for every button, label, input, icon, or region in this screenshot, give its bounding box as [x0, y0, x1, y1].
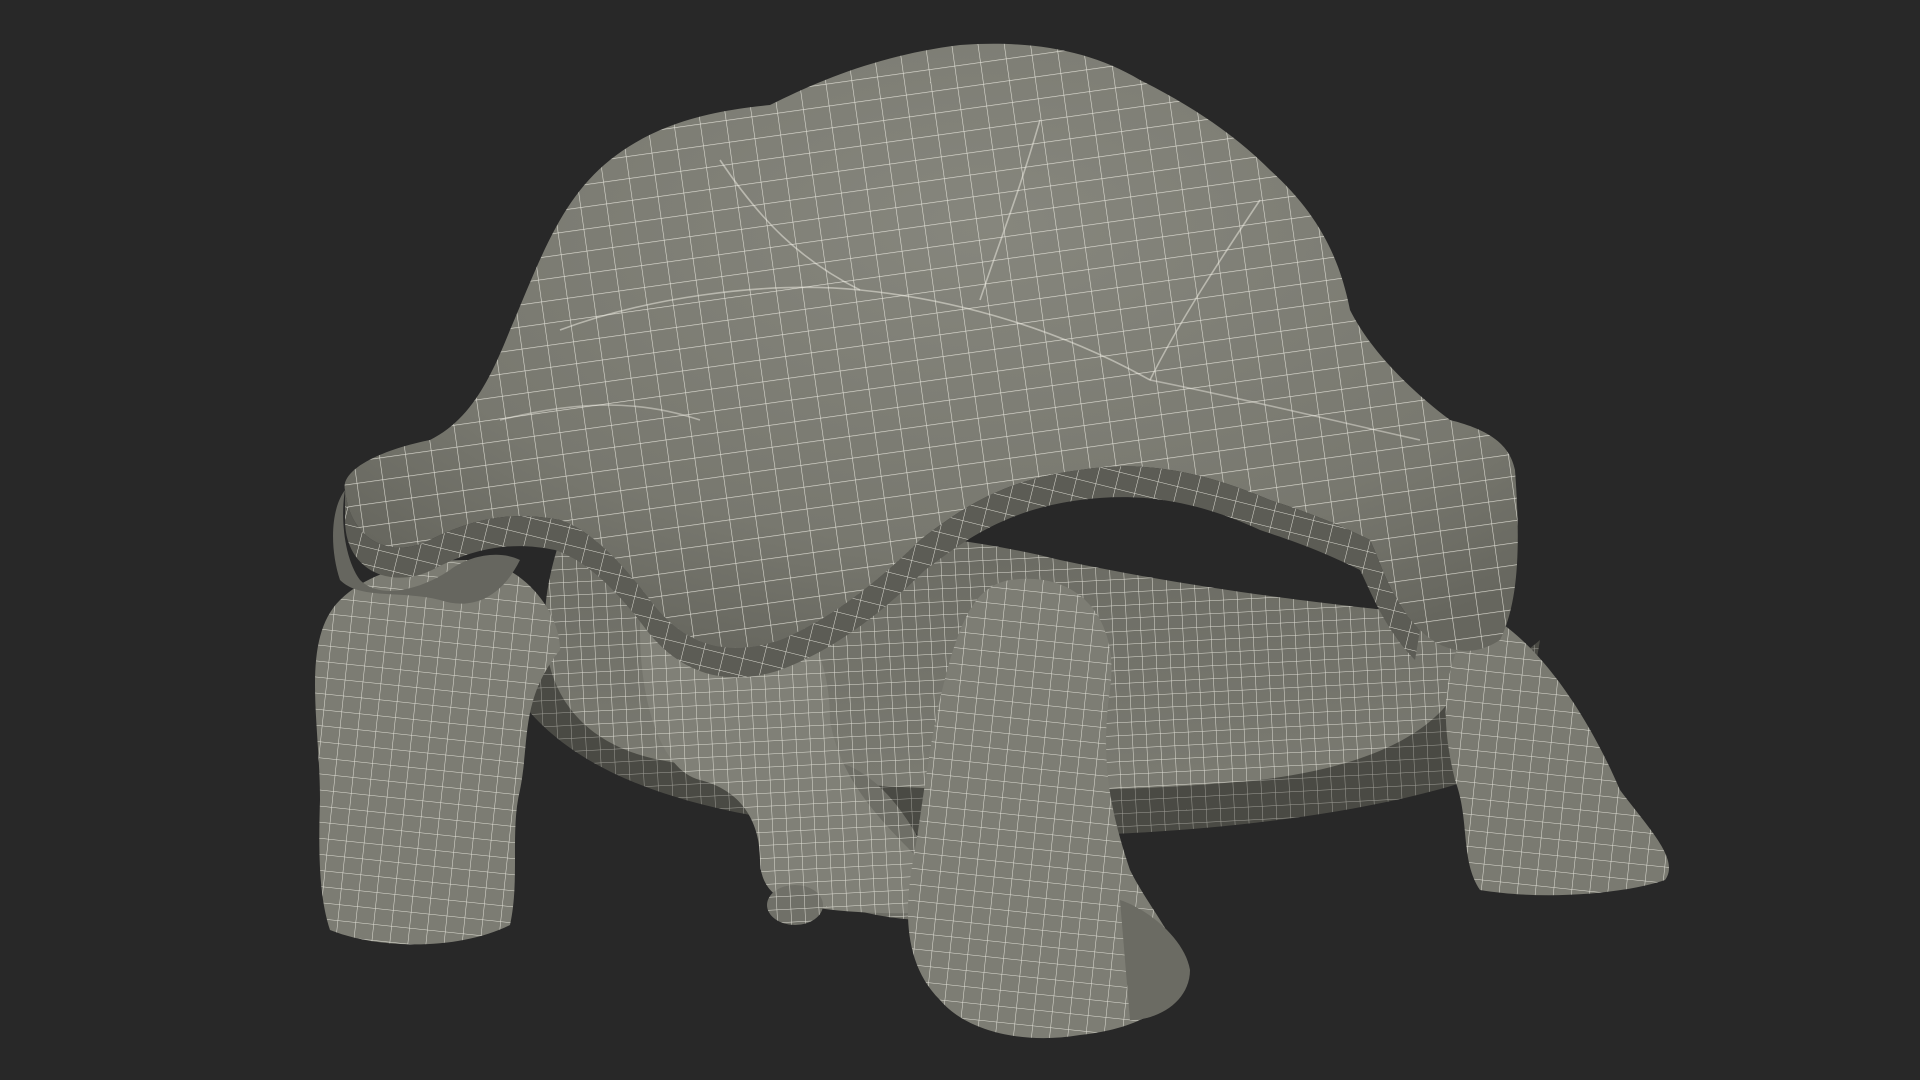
3d-viewport[interactable]	[0, 0, 1920, 1080]
tortoise-leg-front-left	[315, 560, 560, 945]
tortoise-render	[315, 43, 1669, 1039]
tortoise-leg-rear-right	[1445, 610, 1669, 896]
